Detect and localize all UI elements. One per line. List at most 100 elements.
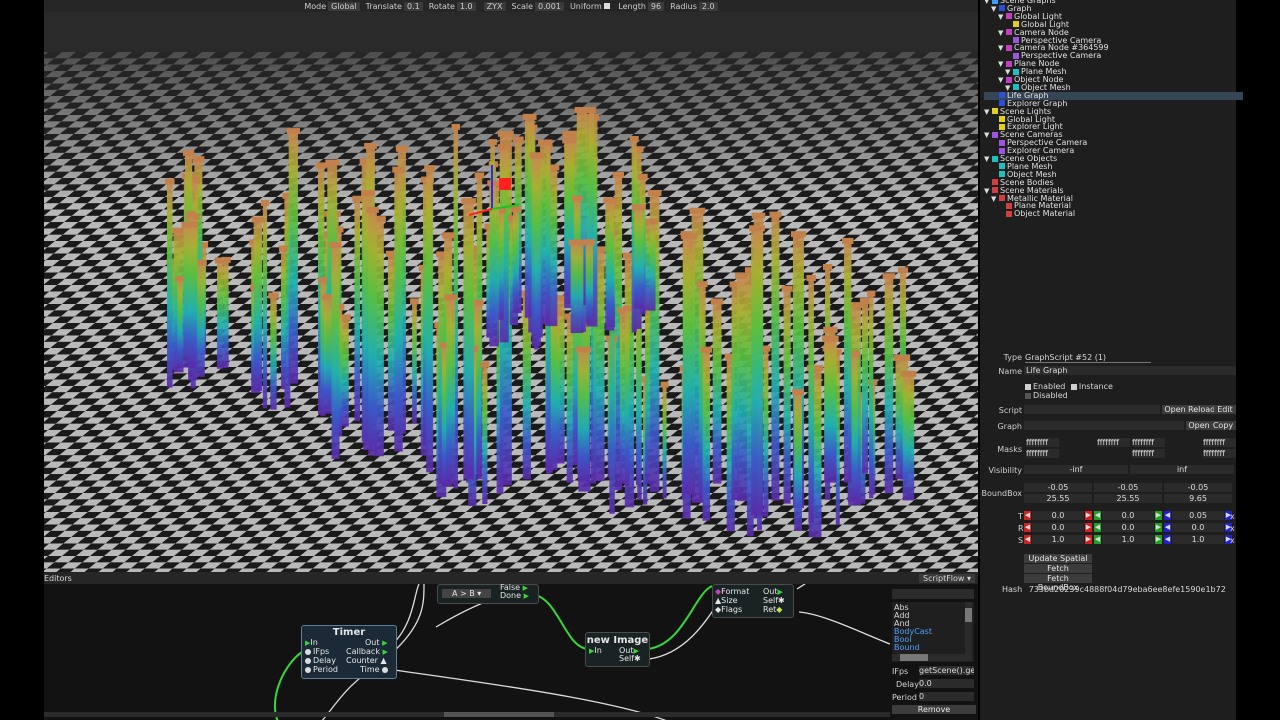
mode-select[interactable]: Global [328,1,360,11]
decrement-arrow-icon[interactable]: ◀ [1024,523,1031,532]
boundbox-field[interactable]: -0.05 [1164,483,1232,492]
mask-field[interactable]: ffffffff [1026,438,1059,447]
transform-field[interactable]: 0.0 [1102,511,1154,520]
transform-field[interactable]: 0.05 [1172,511,1224,520]
new-image-in-port[interactable]: ▶In [589,646,602,656]
expand-toggle-icon[interactable]: ▼ [991,5,999,13]
boundbox-field[interactable]: 9.65 [1164,494,1232,503]
disabled-checkbox[interactable] [1025,392,1031,399]
transform-field[interactable]: 1.0 [1102,535,1154,544]
node-list-scrollbar[interactable] [965,602,972,654]
period-field[interactable]: 0 [919,692,974,701]
radius-field[interactable]: 2.0 [698,1,718,11]
flow-select[interactable]: ScriptFlow ▾ [919,574,976,583]
decrement-arrow-icon[interactable]: ◀ [1094,535,1101,544]
editors-hscrollbar[interactable] [44,712,890,717]
expand-toggle-icon[interactable]: ▼ [984,187,992,195]
decrement-arrow-icon[interactable]: ◀ [1024,511,1031,520]
expand-toggle-icon[interactable]: ▼ [998,60,1006,68]
expand-toggle-icon[interactable]: ▼ [998,29,1006,37]
flags-port[interactable]: ◆Flags [715,605,742,614]
image-node[interactable]: ◆Format ▲Size ◆Flags Out▶ Self✱ Ret◆ [712,584,794,618]
increment-arrow-icon[interactable]: ▶ [1085,535,1092,544]
translate-control[interactable]: Translate 0.1 [366,1,423,11]
visibility-min-field[interactable]: -inf [1024,465,1128,474]
transform-field[interactable]: 1.0 [1172,535,1224,544]
expand-toggle-icon[interactable]: ▼ [984,155,992,163]
decrement-arrow-icon[interactable]: ◀ [1164,535,1171,544]
translate-field[interactable]: 0.1 [403,1,423,11]
expand-toggle-icon[interactable]: ▼ [998,13,1006,21]
image-self-port[interactable]: Self✱ [763,596,785,605]
new-image-self-port[interactable]: Self✱ [619,654,641,663]
script-reload-button[interactable]: Reload [1186,405,1216,414]
boundbox-field[interactable]: -0.05 [1024,483,1092,492]
timer-node[interactable]: Timer ▶In IFps Delay Period Out ▶ Callba… [301,625,397,679]
timer-delay-port[interactable]: Delay [305,656,336,665]
mask-field[interactable]: ffffffff [1132,449,1165,458]
length-control[interactable]: Length 96 [618,1,665,11]
node-list-hscrollbar[interactable] [892,654,972,661]
decrement-arrow-icon[interactable]: ◀ [1094,511,1101,520]
compare-node[interactable]: A > B ▾ False ▶ Done ▶ [437,583,539,604]
expand-toggle-icon[interactable]: ▼ [984,108,992,116]
scene-tree[interactable]: ▼ Scene Graphs ▼ Graph ▼ Global Light Global L… [980,0,1243,222]
enabled-checkbox[interactable] [1025,383,1031,390]
mode-control[interactable]: Mode Global [304,1,360,11]
name-field[interactable]: Life Graph [1024,366,1236,375]
rotate-field[interactable]: 1.0 [456,1,476,11]
decrement-arrow-icon[interactable]: ◀ [1094,523,1101,532]
timer-ifps-port[interactable]: IFps [305,647,329,656]
reset-icon[interactable]: x [1230,536,1235,545]
transform-field[interactable]: 0.0 [1032,523,1084,532]
radius-control[interactable]: Radius 2.0 [670,1,718,11]
scene-render[interactable] [44,12,978,572]
length-field[interactable]: 96 [647,1,665,11]
scale-field[interactable]: 0.001 [535,1,564,11]
script-edit-button[interactable]: Edit [1214,405,1236,414]
mask-field[interactable]: ffffffff [1203,438,1236,447]
ret-port[interactable]: Ret◆ [763,605,782,614]
expand-toggle-icon[interactable]: ▼ [1005,68,1013,76]
delay-field[interactable]: 0.0 [919,679,974,688]
transform-field[interactable]: 1.0 [1032,535,1084,544]
reset-icon[interactable]: x [1230,512,1235,521]
transform-field[interactable]: 0.0 [1032,511,1084,520]
graph-copy-button[interactable]: Copy [1210,421,1236,430]
increment-arrow-icon[interactable]: ▶ [1085,511,1092,520]
expand-toggle-icon[interactable]: ▼ [998,44,1006,52]
update-spatial-button[interactable]: Update Spatial [1024,554,1092,563]
timer-counter-port[interactable]: Counter ▲ [346,656,387,665]
decrement-arrow-icon[interactable]: ◀ [1164,511,1171,520]
size-port[interactable]: ▲Size [715,596,738,605]
script-open-button[interactable]: Open [1162,405,1188,414]
boundbox-field[interactable]: 25.55 [1094,494,1162,503]
decrement-arrow-icon[interactable]: ◀ [1164,523,1171,532]
timer-period-port[interactable]: Period [305,665,338,674]
uniform-toggle[interactable]: Uniform [570,2,612,11]
timer-time-port[interactable]: Time [360,665,389,674]
increment-arrow-icon[interactable]: ▶ [1155,535,1162,544]
rotation-order-select[interactable]: ZYX [483,1,506,11]
increment-arrow-icon[interactable]: ▶ [1155,511,1162,520]
node-list-item[interactable]: Bound [894,644,920,652]
instance-checkbox[interactable] [1070,383,1077,390]
reset-icon[interactable]: x [1230,524,1235,533]
fetch-boundbox-button[interactable]: Fetch BoundBox [1024,574,1092,592]
expand-toggle-icon[interactable]: ▼ [984,131,992,139]
scale-control[interactable]: Scale 0.001 [512,1,564,11]
scene-viewport[interactable] [44,12,978,572]
remove-button[interactable]: Remove [892,705,976,714]
ifps-field[interactable]: getScene().get [919,666,974,675]
transform-field[interactable]: 0.0 [1102,523,1154,532]
tree-item[interactable]: Object Material [998,210,1075,218]
graph-open-button[interactable]: Open [1186,421,1212,430]
expand-toggle-icon[interactable]: ▼ [991,195,999,203]
expand-toggle-icon[interactable]: ▼ [998,76,1006,84]
rotate-control[interactable]: Rotate 1.0 [429,1,476,11]
node-search-input[interactable] [892,589,974,599]
boundbox-field[interactable]: -0.05 [1094,483,1162,492]
increment-arrow-icon[interactable]: ▶ [1155,523,1162,532]
uniform-checkbox[interactable] [604,3,611,9]
compare-select[interactable]: A > B ▾ [442,589,492,598]
